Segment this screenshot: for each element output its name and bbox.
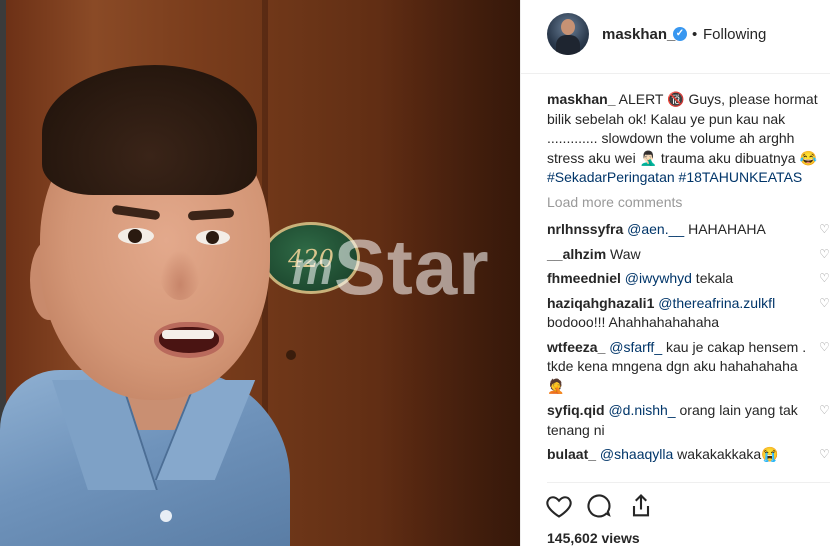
caption-hashtags[interactable]: #SekadarPeringatan #18TAHUNKEATAS [547, 169, 802, 185]
load-more-comments-button[interactable]: Load more comments [547, 194, 682, 210]
avatar[interactable] [547, 13, 589, 55]
comment-item: syfiq.qid @d.nishh_ orang lain yang tak … [547, 401, 830, 440]
caption-username[interactable]: maskhan_ [547, 91, 615, 107]
mstar-watermark: mStar [292, 222, 490, 312]
open-mouth [154, 322, 224, 358]
comment-username[interactable]: nrlhnssyfra [547, 221, 623, 237]
shirt-button [160, 510, 172, 522]
post-media[interactable]: 420 mStar [0, 0, 520, 546]
nose [160, 250, 200, 300]
comment-text: tekala [691, 270, 734, 286]
post-sidebar: maskhan_ ✓ • Following maskhan_ ALERT 🔞 … [520, 0, 830, 546]
watermark-text: Star [333, 223, 490, 311]
header-separator: • [692, 26, 698, 43]
comment-username[interactable]: syfiq.qid [547, 402, 605, 418]
header-username[interactable]: maskhan_ [602, 26, 675, 43]
pupil-right [206, 231, 219, 244]
comment-like-heart-icon[interactable]: ♡ [819, 248, 830, 260]
comment-mention[interactable]: @shaaqylla [600, 446, 673, 462]
comment-item: wtfeeza_ @sfarff_ kau je cakap hensem . … [547, 338, 830, 397]
comment-item: bulaat_ @shaaqylla wakakakkaka😭 ♡ [547, 445, 830, 465]
comment-mention[interactable]: @d.nishh_ [608, 402, 675, 418]
comment-item: fhmeedniel @iwywhyd tekala ♡ [547, 269, 830, 289]
view-count: 145,602 views [547, 530, 640, 546]
following-button[interactable]: Following [703, 26, 766, 43]
heart-icon[interactable] [545, 492, 575, 522]
comment-like-heart-icon[interactable]: ♡ [819, 341, 830, 353]
comment-item: __alhzim Waw ♡ [547, 245, 830, 265]
comment-like-heart-icon[interactable]: ♡ [819, 404, 830, 416]
hair [42, 65, 257, 195]
comment-like-heart-icon[interactable]: ♡ [819, 223, 830, 235]
teeth [162, 330, 214, 339]
comment-list: nrlhnssyfra @aen.__ HAHAHAHA ♡ __alhzim … [547, 220, 830, 470]
verified-badge-icon: ✓ [673, 27, 687, 41]
comment-mention[interactable]: @aen.__ [627, 221, 684, 237]
comment-like-heart-icon[interactable]: ♡ [819, 448, 830, 460]
actions-divider [547, 482, 830, 483]
share-icon[interactable] [627, 492, 657, 522]
comment-username[interactable]: bulaat_ [547, 446, 596, 462]
watermark-prefix: m [292, 242, 334, 294]
comment-username[interactable]: __alhzim [547, 246, 606, 262]
comment-mention[interactable]: @sfarff_ [609, 339, 662, 355]
comment-username[interactable]: fhmeedniel [547, 270, 621, 286]
comment-text: bodooo!!! Ahahhahahahaha [547, 314, 720, 330]
comment-bubble-icon[interactable] [585, 492, 615, 522]
comment-text: Waw [610, 245, 641, 262]
comment-text: wakakakkaka😭 [673, 446, 779, 462]
comment-mention[interactable]: @iwywhyd [625, 270, 692, 286]
post-caption: maskhan_ ALERT 🔞 Guys, please hormat bil… [547, 90, 830, 188]
comment-text: HAHAHAHA [684, 221, 766, 237]
comment-item: haziqahghazali1 @thereafrina.zulkfl bodo… [547, 294, 830, 333]
comment-mention[interactable]: @thereafrina.zulkfl [658, 295, 775, 311]
pupil-left [128, 229, 142, 243]
post-header: maskhan_ ✓ • Following [521, 0, 830, 74]
comment-item: nrlhnssyfra @aen.__ HAHAHAHA ♡ [547, 220, 830, 240]
comment-like-heart-icon[interactable]: ♡ [819, 297, 830, 309]
comment-username[interactable]: wtfeeza_ [547, 339, 605, 355]
comment-username[interactable]: haziqahghazali1 [547, 295, 654, 311]
comment-like-heart-icon[interactable]: ♡ [819, 272, 830, 284]
